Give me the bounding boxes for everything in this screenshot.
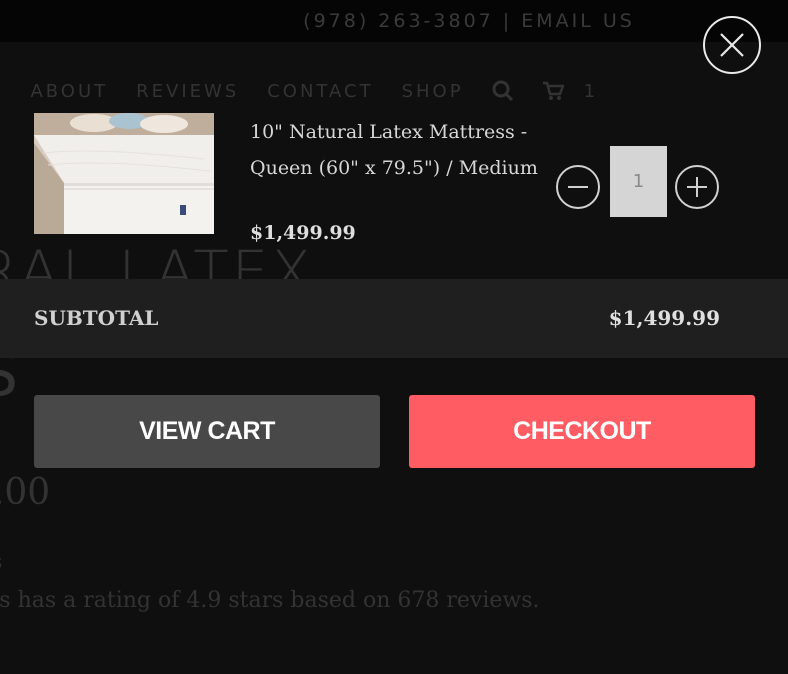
plus-icon — [687, 177, 707, 197]
cart-count: 1 — [583, 80, 599, 102]
search-icon[interactable] — [492, 80, 514, 102]
cart-item-name[interactable]: 10" Natural Latex Mattress - Queen (60" … — [250, 114, 550, 186]
quantity-decrease-button[interactable] — [556, 165, 600, 209]
view-cart-button[interactable]: VIEW CART — [34, 395, 380, 468]
background-rating-text: ss has a rating of 4.9 stars based on 67… — [0, 588, 540, 613]
mattress-thumbnail[interactable] — [34, 113, 214, 234]
subtotal-bar: SUBTOTAL $1,499.99 — [0, 279, 788, 358]
main-nav: S ABOUT REVIEWS CONTACT SHOP 1 — [0, 78, 626, 104]
subtotal-label: SUBTOTAL — [34, 306, 159, 330]
cart-item-price: $1,499.99 — [250, 222, 356, 244]
quantity-input[interactable] — [610, 146, 667, 217]
nav-item-shop[interactable]: SHOP — [402, 81, 464, 102]
subtotal-value: $1,499.99 — [608, 306, 720, 330]
nav-item-about[interactable]: ABOUT — [30, 81, 108, 102]
nav-item-partial[interactable]: S — [0, 81, 2, 102]
nav-item-contact[interactable]: CONTACT — [267, 81, 373, 102]
close-button[interactable] — [703, 16, 761, 74]
close-icon — [720, 33, 744, 57]
contact-text: (978) 263-3807 | EMAIL US — [303, 10, 635, 32]
top-contact-bar: (978) 263-3807 | EMAIL US — [0, 0, 788, 42]
minus-icon — [568, 186, 588, 188]
nav-item-reviews[interactable]: REVIEWS — [136, 81, 239, 102]
background-reviews-label: ws — [0, 552, 2, 573]
cart-icon[interactable] — [542, 81, 564, 101]
checkout-button[interactable]: CHECKOUT — [409, 395, 755, 468]
background-price: 9.00 — [0, 472, 51, 513]
quantity-increase-button[interactable] — [675, 165, 719, 209]
